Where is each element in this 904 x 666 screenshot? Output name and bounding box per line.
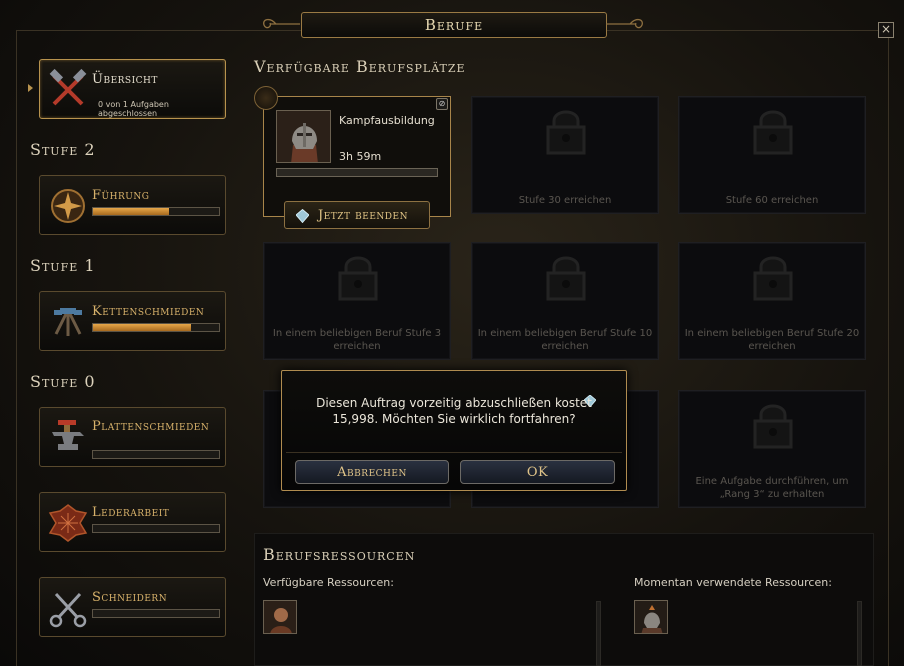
locked-slot-requirement: In einem beliebigen Beruf Stufe 10 errei… [477,328,653,352]
available-resources-scrollbar[interactable] [596,601,601,666]
profession-progress-bar [92,524,220,533]
hero-resource-icon [264,601,296,633]
profession-label: Plattenschmieden [92,419,210,434]
locked-slot: Eine Aufgabe durchführen, um „Rang 3“ zu… [678,390,866,508]
leather-icon [48,504,88,542]
knight-portrait-icon [277,111,330,162]
locked-slot-requirement: Eine Aufgabe durchführen, um „Rang 3“ zu… [695,476,849,500]
task-name: Kampfausbildung [339,114,435,127]
profession-progress-bar [92,323,220,332]
slot-menu-button[interactable]: ⊘ [436,98,448,110]
task-progress-bar [276,168,438,177]
sidebar-item-plattenschmieden[interactable]: Plattenschmieden [39,407,226,467]
hero-portrait [276,110,331,163]
hammers-icon [54,308,82,336]
astral-diamond-icon [296,209,309,223]
profession-label: Schneidern [92,590,168,605]
resources-title: Berufsressourcen [263,545,416,564]
slots-title: Verfügbare Berufsplätze [254,57,466,76]
finish-now-button[interactable]: Jetzt beenden [284,201,430,229]
confirm-dialog: Diesen Auftrag vorzeitig abzuschließen k… [281,370,627,491]
sidebar-item-lederarbeit[interactable]: Lederarbeit [39,492,226,552]
dialog-divider [286,452,622,453]
locked-slot: In einem beliebigen Beruf Stufe 10 errei… [471,242,659,360]
overview-label: Übersicht [92,72,158,87]
locked-slot: Stufe 30 erreichen [471,96,659,214]
scissors-icon [49,592,87,628]
close-button[interactable]: × [878,22,894,38]
padlock-icon [546,110,586,155]
knight-resource-icon [635,601,667,633]
in-use-resources-label: Momentan verwendete Ressourcen: [634,576,832,589]
tier-label: Stufe 1 [30,256,96,275]
sidebar-item-fuehrung[interactable]: Führung [39,175,226,235]
profession-progress-bar [92,207,220,216]
sidebar-item-kettenschmieden[interactable]: Kettenschmieden [39,291,226,351]
padlock-icon [753,110,793,155]
overview-status: 0 von 1 Aufgaben abgeschlossen [98,100,169,118]
window-title: Berufe [301,12,607,38]
ok-button[interactable]: OK [460,460,615,484]
in-use-resource-slot[interactable] [634,600,668,634]
finish-now-label: Jetzt beenden [318,207,408,223]
locked-slot: In einem beliebigen Beruf Stufe 3 erreic… [263,242,451,360]
locked-slot-requirement: Stufe 30 erreichen [518,195,612,206]
padlock-icon [753,404,793,449]
crossed-tools-icon [49,68,87,106]
leadership-icon [51,189,85,223]
title-ornament-left-icon [263,18,300,29]
profession-progress-bar [92,609,220,618]
locked-slot: In einem beliebigen Beruf Stufe 20 errei… [678,242,866,360]
available-resources-label: Verfügbare Ressourcen: [263,576,394,589]
padlock-icon [753,256,793,301]
tier-label: Stufe 2 [30,140,96,159]
profession-label: Lederarbeit [92,505,170,520]
dialog-message: Diesen Auftrag vorzeitig abzuschließen k… [316,396,592,426]
locked-slot-requirement: In einem beliebigen Beruf Stufe 3 erreic… [272,328,442,352]
selection-arrow-icon [28,84,33,92]
in-use-resources-scrollbar[interactable] [857,601,862,666]
profession-progress-bar [92,450,220,459]
locked-slot: Stufe 60 erreichen [678,96,866,214]
locked-slot-requirement: Stufe 60 erreichen [725,195,819,206]
anvil-icon [52,420,84,450]
title-ornament-right-icon [606,18,643,29]
available-resource-slot[interactable] [263,600,297,634]
sidebar-item-overview[interactable]: Übersicht 0 von 1 Aufgaben abgeschlossen [39,59,226,119]
profession-label: Kettenschmieden [92,304,205,319]
sidebar-item-schneidern[interactable]: Schneidern [39,577,226,637]
tier-label: Stufe 0 [30,372,96,391]
rank-medal-icon [254,86,278,110]
padlock-icon [546,256,586,301]
padlock-icon [338,256,378,301]
task-time-remaining: 3h 59m [339,150,382,163]
cancel-button[interactable]: Abbrechen [295,460,449,484]
profession-label: Führung [92,188,150,203]
locked-slot-requirement: In einem beliebigen Beruf Stufe 20 errei… [684,328,860,352]
